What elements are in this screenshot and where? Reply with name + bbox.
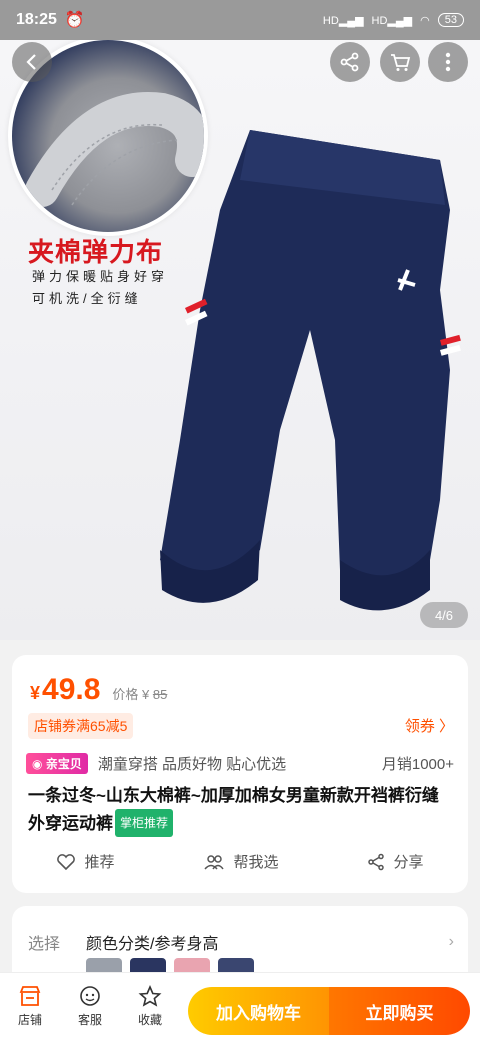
shop-button[interactable]: 店铺 [0,985,60,1028]
price-row: ¥ 49.8 价格 ¥ 85 [30,673,167,707]
product-action-row: 推荐 帮我选 分享 [12,851,468,872]
status-time: 18:25 [16,11,57,28]
monthly-sales: 月销1000+ [381,756,454,773]
get-coupon-link[interactable]: 领券 〉 [405,715,454,736]
cart-button[interactable] [380,42,420,82]
chevron-right-icon: › [448,933,454,950]
recommend-button[interactable]: 推荐 [56,851,115,872]
cart-icon [391,54,411,71]
people-icon [204,854,225,870]
feature-tags: 潮童穿搭 品质好物 贴心优选 [97,756,287,773]
shopkeeper-recommend-badge: 掌柜推荐 [115,809,174,837]
select-label: 选择 [28,936,61,953]
promo-line-2: 可机洗/全衍缝 [32,291,142,306]
status-indicators: HD▂▄▆ HD▂▄▆ ◠ 53 [323,13,464,27]
share-product-button[interactable]: 分享 [367,851,424,872]
wifi-icon: ◠ [420,14,430,27]
tag-row: ◉ 亲宝贝 潮童穿搭 品质好物 贴心优选 月销1000+ [26,753,454,774]
image-pager: 4/6 [420,602,468,628]
product-gallery[interactable]: 夹棉弹力布 弹力保暖贴身好穿 可机洗/全衍缝 4/6 [0,40,480,640]
sku-select-row[interactable]: 选择 颜色分类/参考身高 › [28,930,454,954]
status-bar: 18:25 ⏰ HD▂▄▆ HD▂▄▆ ◠ 53 [0,0,480,40]
price-currency: ¥ [30,683,41,703]
bottom-action-bar: 店铺 客服 收藏 加入购物车 立即购买 [0,972,480,1040]
brand-tag[interactable]: ◉ 亲宝贝 [26,753,88,774]
chat-face-icon [80,986,100,1006]
add-to-cart-button[interactable]: 加入购物车 [188,987,329,1035]
signal-icon: HD▂▄▆ [322,14,364,27]
store-coupon-badge[interactable]: 店铺券满65减5 [28,713,134,739]
original-price: 价格 ¥ 85 [112,687,168,702]
price-value: 49.8 [42,673,101,706]
battery-indicator: 53 [437,13,464,27]
product-info-card: ¥ 49.8 价格 ¥ 85 店铺券满65减5 领券 〉 ◉ 亲宝贝 潮童穿搭 … [12,655,468,893]
pants-image [160,130,461,611]
signal-icon: HD▂▄▆ [371,14,413,27]
favorite-button[interactable]: 收藏 [120,985,180,1028]
shop-icon [19,986,41,1006]
customer-service-button[interactable]: 客服 [60,985,120,1028]
chevron-left-icon [26,54,36,70]
product-title: 一条过冬~山东大棉裤~加厚加棉女男童新款开裆裤衍缝外穿运动裤 掌柜推荐 [28,783,454,837]
share-icon [340,52,359,72]
share-icon [368,853,385,870]
back-button[interactable] [12,42,52,82]
more-button[interactable] [428,42,468,82]
heart-icon [57,853,76,870]
share-button[interactable] [330,42,370,82]
select-value: 颜色分类/参考身高 [86,936,219,953]
buy-now-button[interactable]: 立即购买 [329,987,470,1035]
alarm-icon: ⏰ [64,12,85,29]
more-vertical-icon [445,52,451,72]
help-me-choose-button[interactable]: 帮我选 [203,851,279,872]
purchase-buttons: 加入购物车 立即购买 [188,987,470,1035]
star-icon [138,985,162,1007]
